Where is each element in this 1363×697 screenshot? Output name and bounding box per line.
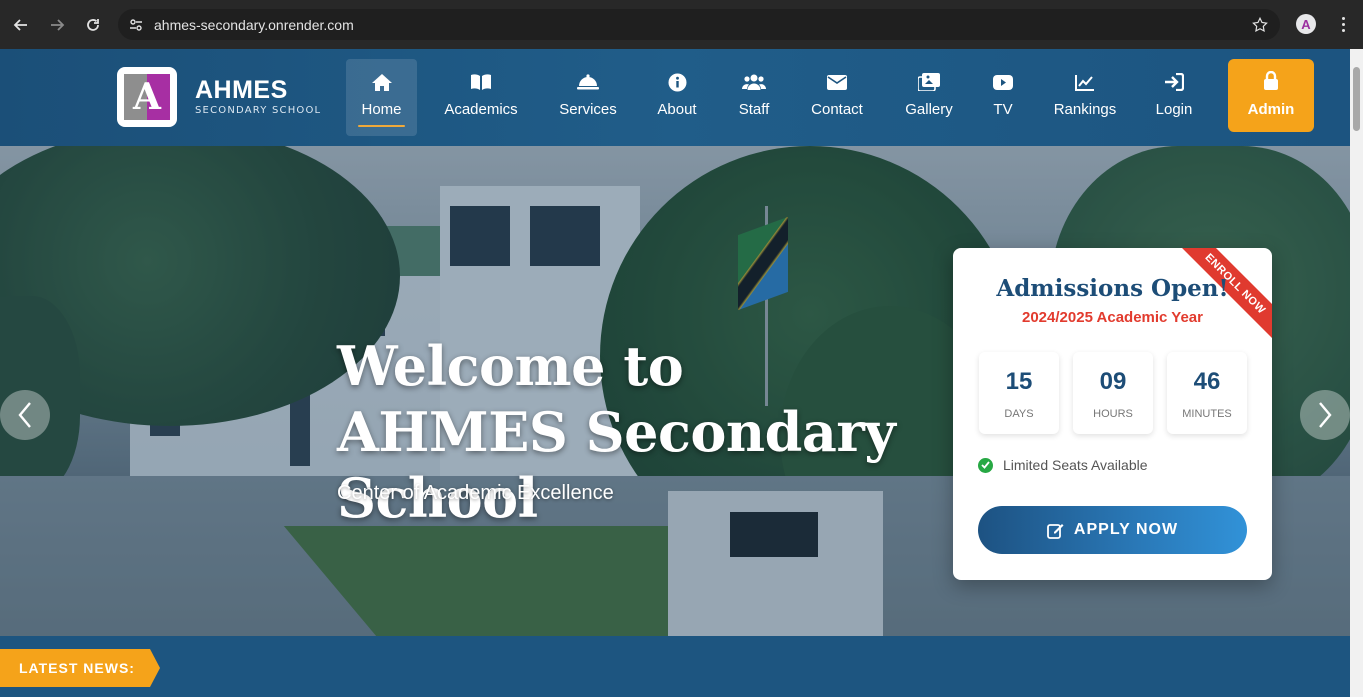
nav-tv[interactable]: TV — [987, 59, 1019, 136]
book-icon — [470, 72, 492, 92]
nav-staff[interactable]: Staff — [729, 59, 779, 136]
nav-services[interactable]: Services — [553, 59, 623, 136]
chevron-right-icon — [1319, 402, 1332, 428]
latest-news-label: LATEST NEWS: — [0, 649, 160, 687]
countdown-value: 15 — [1005, 368, 1033, 395]
nav-login[interactable]: Login — [1149, 59, 1199, 136]
nav-label: Login — [1155, 101, 1193, 118]
nav-label: Home — [361, 101, 402, 118]
page-viewport: A AHMES SECONDARY SCHOOL Home Academics … — [0, 49, 1363, 697]
chevron-left-icon — [18, 402, 31, 428]
reload-icon[interactable] — [81, 13, 105, 37]
countdown-unit: HOURS — [1093, 408, 1133, 420]
active-underline — [358, 125, 405, 127]
lock-icon — [1263, 70, 1279, 94]
nav-label: Services — [559, 101, 617, 118]
browser-toolbar: ahmes-secondary.onrender.com A — [0, 0, 1363, 49]
sign-in-icon — [1164, 72, 1184, 92]
latest-news-bar: LATEST NEWS: — [0, 636, 1350, 697]
profile-avatar[interactable]: A — [1296, 14, 1316, 34]
nav-about[interactable]: About — [649, 59, 705, 136]
slider-next-button[interactable] — [1300, 390, 1350, 440]
seats-note: Limited Seats Available — [978, 457, 1148, 473]
nav-label: TV — [993, 101, 1013, 118]
seats-text: Limited Seats Available — [1003, 457, 1148, 473]
nav-label: Staff — [738, 101, 770, 118]
nav-label: Gallery — [905, 101, 953, 118]
countdown-value: 09 — [1099, 368, 1127, 395]
brand-name[interactable]: AHMES — [195, 76, 288, 105]
info-icon — [668, 72, 687, 92]
hero-slider: Welcome to AHMES Secondary School Center… — [0, 146, 1350, 636]
nav-gallery[interactable]: Gallery — [898, 59, 960, 136]
admin-button[interactable]: Admin — [1228, 59, 1314, 132]
school-logo[interactable]: A — [117, 67, 177, 127]
back-icon[interactable] — [9, 13, 33, 37]
browser-menu-icon[interactable] — [1334, 13, 1352, 35]
nav-rankings[interactable]: Rankings — [1047, 59, 1123, 136]
countdown-minutes: 46 MINUTES — [1167, 352, 1247, 434]
slider-prev-button[interactable] — [0, 390, 50, 440]
chart-line-icon — [1075, 72, 1095, 92]
edit-icon — [1047, 522, 1064, 539]
hero-subtitle: Center of Academic Excellence — [337, 482, 614, 504]
url-text[interactable]: ahmes-secondary.onrender.com — [154, 17, 354, 33]
youtube-icon — [993, 72, 1013, 92]
countdown-value: 46 — [1193, 368, 1221, 395]
countdown-days: 15 DAYS — [979, 352, 1059, 434]
nav-label: About — [657, 101, 697, 118]
images-icon — [918, 72, 940, 92]
scrollbar-thumb[interactable] — [1353, 67, 1360, 131]
admin-label: Admin — [1247, 101, 1295, 118]
nav-label: Rankings — [1053, 101, 1117, 118]
apply-now-button[interactable]: APPLY NOW — [978, 506, 1247, 554]
brand-subtitle: SECONDARY SCHOOL — [195, 105, 322, 116]
users-icon — [742, 72, 766, 92]
nav-label: Academics — [444, 101, 518, 118]
countdown-unit: MINUTES — [1182, 408, 1232, 420]
logo-letter: A — [133, 76, 161, 118]
site-info-icon[interactable] — [126, 15, 146, 35]
nav-contact[interactable]: Contact — [804, 59, 870, 136]
admissions-title: Admissions Open! — [996, 275, 1229, 302]
nav-academics[interactable]: Academics — [437, 59, 525, 136]
forward-icon[interactable] — [45, 13, 69, 37]
check-circle-icon — [978, 457, 993, 473]
countdown-unit: DAYS — [1004, 408, 1034, 420]
envelope-icon — [827, 72, 847, 92]
nav-home[interactable]: Home — [346, 59, 417, 136]
admissions-card: ENROLL NOW Admissions Open! 2024/2025 Ac… — [953, 248, 1272, 580]
home-icon — [371, 72, 393, 92]
bell-service-icon — [577, 72, 599, 92]
academic-year: 2024/2025 Academic Year — [1022, 309, 1203, 326]
bookmark-star-icon[interactable] — [1240, 9, 1280, 40]
nav-label: Contact — [811, 101, 863, 118]
address-bar[interactable]: ahmes-secondary.onrender.com — [118, 9, 1280, 40]
page-scrollbar[interactable] — [1350, 49, 1363, 697]
apply-label: APPLY NOW — [1073, 521, 1179, 538]
site-header: A AHMES SECONDARY SCHOOL Home Academics … — [0, 49, 1350, 146]
countdown-hours: 09 HOURS — [1073, 352, 1153, 434]
